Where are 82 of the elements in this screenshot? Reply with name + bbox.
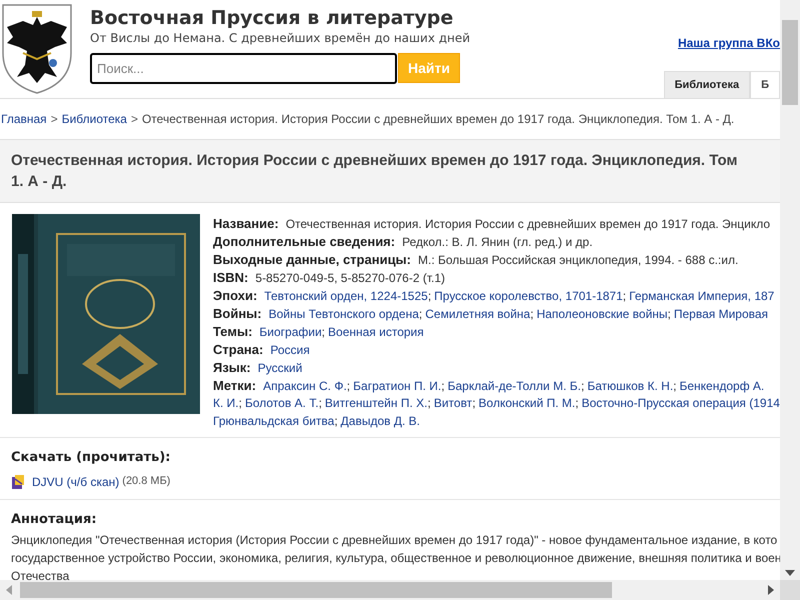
separator-text: ; [334, 413, 338, 430]
field-label: Дополнительные сведения: [213, 233, 396, 251]
separator-text: ; [622, 288, 626, 305]
tag-link[interactable]: Батюшков К. Н. [587, 377, 674, 395]
scroll-thumb[interactable] [782, 20, 798, 105]
tag-link[interactable]: К. И. [213, 394, 239, 412]
field-link[interactable]: Военная история [328, 323, 424, 341]
field-value: Отечественная история. История России с древнейших времен до 1917 года. Энцикло [286, 216, 770, 233]
tag-link[interactable]: Грюнвальдская битва [213, 412, 334, 430]
field-value: М.: Большая Российская энциклопедия, 1994. - 688 с.:ил. [418, 252, 738, 269]
file-size: (20.8 МБ) [122, 474, 170, 490]
annotation-text: Отечества [11, 568, 70, 580]
separator-text: ; [427, 395, 431, 412]
tag-link[interactable]: Апраксин С. Ф. [263, 377, 347, 395]
tag-link[interactable]: Витовт [434, 394, 472, 412]
separator-text: ; [318, 395, 322, 412]
scroll-right-icon[interactable] [768, 585, 774, 595]
field-label: Выходные данные, страницы: [213, 251, 411, 269]
separator-text: ; [668, 306, 671, 323]
tag-link[interactable]: Болотов А. Т. [244, 394, 319, 412]
separator-text: ; [441, 378, 445, 395]
field-label: Страна: [213, 341, 264, 359]
scroll-thumb[interactable] [20, 582, 612, 598]
breadcrumb-link[interactable]: Библиотека [62, 110, 127, 128]
search-field[interactable]: Поиск... [90, 53, 397, 84]
breadcrumb-current: Отечественная история. История России с древнейших времен до 1917 года. Энциклопедия. Том 1. А - Д. [142, 111, 734, 128]
group-link[interactable]: Наша группа ВКо [678, 34, 780, 52]
field-link[interactable]: Семилетняя война [425, 305, 530, 323]
scroll-left-icon[interactable] [6, 585, 12, 595]
nav-tab[interactable]: Б [750, 71, 780, 98]
site-subtitle: От Вислы до Немана. С древнейших времён до наших дней [90, 30, 470, 46]
field-link[interactable]: Германская Империя, 187 [629, 287, 774, 305]
separator-text: ; [322, 324, 326, 341]
field-link[interactable]: Первая Мировая [674, 305, 768, 323]
field-link[interactable]: Тевтонский орден, 1224-1525 [264, 287, 428, 305]
coat-of-arms-logo[interactable] [1, 3, 73, 95]
field-label: Язык: [213, 359, 251, 377]
tag-link[interactable]: Волконский П. М. [478, 394, 576, 412]
vertical-scrollbar[interactable] [780, 0, 800, 580]
field-link[interactable]: Биографии [259, 323, 322, 341]
field-label: Эпохи: [213, 287, 258, 305]
download-link[interactable]: DJVU (ч/б скан) [32, 472, 120, 490]
field-link[interactable]: Россия [270, 341, 310, 359]
breadcrumb-separator: > [130, 111, 138, 128]
document-icon [11, 474, 25, 490]
tag-link[interactable]: Восточно-Прусская операция (1914 [582, 394, 780, 412]
breadcrumb-link[interactable]: Главная [1, 110, 47, 128]
field-label: Темы: [213, 323, 252, 341]
separator-text: ; [472, 395, 476, 412]
separator-text: ; [575, 395, 579, 412]
field-label: Войны: [213, 305, 262, 323]
separator-text: ; [418, 306, 422, 323]
field-link[interactable]: Войны Тевтонского ордена [268, 305, 419, 323]
horizontal-scrollbar[interactable] [0, 580, 780, 600]
annotation-heading: Аннотация: [11, 510, 98, 528]
annotation-text: Энциклопедия "Отечественная история (История России с древнейших времен до 1917 года)" - новое фундаментальное издание, в кото [11, 532, 778, 549]
field-link[interactable]: Русский [258, 359, 302, 377]
book-title: Отечественная история. История России с древнейших времен до 1917 года. Энциклопедия. Том 1. А - Д. [0, 139, 780, 203]
tag-link[interactable]: Багратион П. И. [353, 377, 442, 395]
download-heading: Скачать (прочитать): [11, 449, 172, 467]
separator-text: ; [673, 378, 676, 395]
site-title[interactable]: Восточная Пруссия в литературе [90, 6, 470, 30]
separator-text: ; [238, 395, 242, 412]
scroll-down-icon[interactable] [785, 570, 795, 576]
tag-link[interactable]: Барклай-де-Толли М. Б. [448, 377, 581, 395]
field-value: Редкол.: В. Л. Янин (гл. ред.) и др. [402, 234, 593, 251]
separator-text: ; [346, 378, 350, 395]
tag-link[interactable]: Витгенштейн П. Х. [324, 394, 428, 412]
tag-link[interactable]: Давыдов Д. В. [340, 412, 420, 430]
field-value: 5-85270-049-5, 5-85270-076-2 (т.1) [255, 270, 446, 287]
field-label: Название: [213, 215, 279, 233]
field-label: Метки: [213, 377, 256, 395]
tag-link[interactable]: Бенкендорф А. [680, 377, 764, 395]
field-label: ISBN: [213, 269, 248, 287]
scrollbar-corner [780, 580, 800, 600]
field-link[interactable]: Прусское королевство, 1701-1871 [434, 287, 623, 305]
nav-tab[interactable]: Библиотека [664, 71, 750, 98]
field-link[interactable]: Наполеоновские войны [536, 305, 668, 323]
separator-text: ; [580, 378, 584, 395]
breadcrumb-separator: > [50, 111, 58, 128]
separator-text: ; [530, 306, 534, 323]
separator-text: ; [428, 288, 432, 305]
